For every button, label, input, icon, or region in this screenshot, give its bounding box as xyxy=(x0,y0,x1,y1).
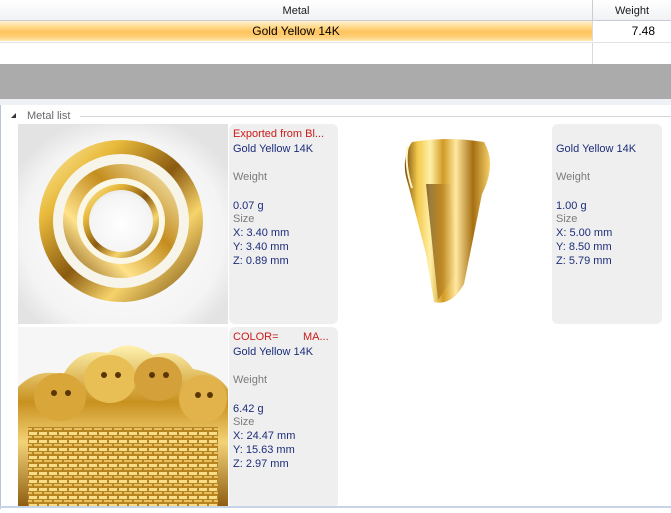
panel-bottom-border xyxy=(0,506,671,508)
gold-ring-washer-icon[interactable] xyxy=(18,124,228,324)
column-header-weight[interactable]: Weight xyxy=(593,0,671,20)
item-size-y: Y: 8.50 mm xyxy=(556,241,612,253)
item-weight-value: 6.42 g xyxy=(233,403,264,415)
item-weight-label: Weight xyxy=(233,171,268,183)
metal-grid: Metal Weight Gold Yellow 14K 7.48 xyxy=(0,0,671,64)
column-header-metal[interactable]: Metal xyxy=(0,0,593,20)
item-size-label: Size xyxy=(233,213,255,225)
grid-row-empty[interactable] xyxy=(0,42,671,64)
item-size-label: Size xyxy=(556,213,578,225)
item-size-z: Z: 2.97 mm xyxy=(233,458,289,470)
item-size-x: X: 5.00 mm xyxy=(556,227,613,239)
item-info-card[interactable]: Exported from Bl... Gold Yellow 14K Weig… xyxy=(229,124,338,324)
metal-list-panel: Metal list Exported from Bl... Gold Yell… xyxy=(0,105,671,513)
item-weight-label: Weight xyxy=(556,171,591,183)
item-metal: Gold Yellow 14K xyxy=(556,143,637,155)
item-weight-label: Weight xyxy=(233,374,268,386)
item-size-x: X: 3.40 mm xyxy=(233,227,290,239)
grid-row-selected[interactable]: Gold Yellow 14K 7.48 xyxy=(0,21,671,41)
item-weight-value: 0.07 g xyxy=(233,200,264,212)
item-header-color: COLOR= xyxy=(233,331,279,343)
item-size-y: Y: 15.63 mm xyxy=(233,444,295,456)
item-info-card[interactable]: Gold Yellow 14K Weight 1.00 g Size X: 5.… xyxy=(552,124,662,324)
item-weight-value: 1.00 g xyxy=(556,200,587,212)
grid-header: Metal Weight xyxy=(0,0,671,21)
cell-metal-weight[interactable]: 7.48 xyxy=(593,21,671,41)
column-separator xyxy=(592,43,593,64)
cell-metal-name[interactable]: Gold Yellow 14K xyxy=(0,21,593,41)
panel-border xyxy=(0,105,1,509)
group-divider xyxy=(80,116,671,117)
item-header-material: MA... xyxy=(303,331,329,343)
gold-bail-icon[interactable] xyxy=(342,124,552,324)
item-metal: Gold Yellow 14K xyxy=(233,143,314,155)
item-metal: Gold Yellow 14K xyxy=(233,346,314,358)
item-size-x: X: 24.47 mm xyxy=(233,430,296,442)
item-info-card[interactable]: COLOR= MA... Gold Yellow 14K Weight 6.42… xyxy=(229,327,338,508)
group-label[interactable]: Metal list xyxy=(27,110,74,122)
item-header: Exported from Bl... xyxy=(233,128,325,140)
item-size-label: Size xyxy=(233,416,255,428)
gold-dog-basket-icon[interactable] xyxy=(18,327,228,507)
item-size-y: Y: 3.40 mm xyxy=(233,241,289,253)
item-size-z: Z: 5.79 mm xyxy=(556,255,612,267)
grid-empty-area xyxy=(0,64,671,99)
item-size-z: Z: 0.89 mm xyxy=(233,255,289,267)
